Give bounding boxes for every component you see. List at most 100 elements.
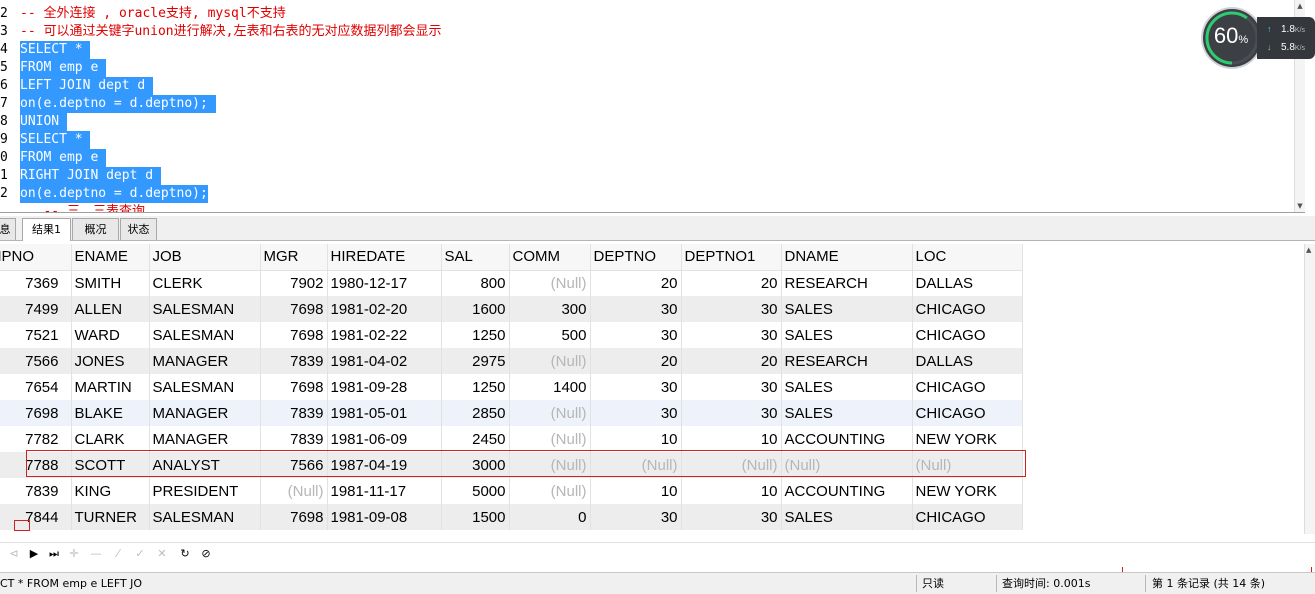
- editor-line[interactable]: 4 SELECT *: [0, 41, 91, 59]
- table-cell[interactable]: 1250: [441, 322, 510, 348]
- table-row[interactable]: 7839 KING PRESIDENT (Null) 1981-11-17 5000 (Nu…: [0, 478, 1023, 504]
- table-cell[interactable]: NEW YORK: [912, 426, 1023, 452]
- table-cell[interactable]: MANAGER: [149, 426, 261, 452]
- table-cell[interactable]: CHICAGO: [912, 296, 1023, 322]
- table-cell[interactable]: (Null): [509, 478, 591, 504]
- table-cell[interactable]: ACCOUNTING: [781, 426, 913, 452]
- table-cell[interactable]: SALES: [781, 504, 913, 530]
- table-cell[interactable]: 800: [441, 270, 510, 296]
- table-cell[interactable]: CLERK: [149, 270, 261, 296]
- editor-line[interactable]: 7 on(e.deptno = d.deptno);: [0, 95, 216, 113]
- editor-line[interactable]: 3 -- 可以通过关键字union进行解决,左表和右表的无对应数据列都会显示: [0, 23, 441, 41]
- table-cell[interactable]: 1400: [509, 374, 591, 400]
- table-cell[interactable]: 20: [590, 348, 682, 374]
- table-cell[interactable]: 1250: [441, 374, 510, 400]
- column-header-sal[interactable]: SAL: [441, 244, 510, 271]
- table-cell[interactable]: 7839: [260, 400, 328, 426]
- table-row[interactable]: 7782 CLARK MANAGER 7839 1981-06-09 2450 (Null)…: [0, 426, 1023, 452]
- table-cell[interactable]: TURNER: [71, 504, 150, 530]
- table-cell[interactable]: SALES: [781, 296, 913, 322]
- table-cell[interactable]: 30: [681, 322, 782, 348]
- table-cell[interactable]: SALESMAN: [149, 296, 261, 322]
- table-cell[interactable]: 30: [590, 296, 682, 322]
- column-header-hiredate[interactable]: HIREDATE: [327, 244, 442, 271]
- editor-line[interactable]: 2 -- 全外连接 , oracle支持, mysql不支持: [0, 5, 286, 23]
- table-cell[interactable]: 7499: [0, 296, 72, 322]
- table-cell[interactable]: MANAGER: [149, 348, 261, 374]
- table-cell[interactable]: PRESIDENT: [149, 478, 261, 504]
- table-cell[interactable]: 7698: [0, 400, 72, 426]
- table-cell[interactable]: 30: [590, 322, 682, 348]
- table-cell[interactable]: CHICAGO: [912, 322, 1023, 348]
- column-header-comm[interactable]: COMM: [509, 244, 591, 271]
- table-cell[interactable]: 1981-02-20: [327, 296, 442, 322]
- table-cell[interactable]: 1500: [441, 504, 510, 530]
- table-cell[interactable]: SALES: [781, 374, 913, 400]
- table-cell[interactable]: DALLAS: [912, 270, 1023, 296]
- editor-line[interactable]: 1 RIGHT JOIN dept d: [0, 167, 161, 185]
- table-cell[interactable]: 30: [681, 374, 782, 400]
- table-cell[interactable]: 7698: [260, 296, 328, 322]
- table-cell[interactable]: JONES: [71, 348, 150, 374]
- table-cell[interactable]: 1980-12-17: [327, 270, 442, 296]
- table-cell[interactable]: 20: [681, 270, 782, 296]
- table-cell[interactable]: (Null): [509, 400, 591, 426]
- table-cell[interactable]: 7698: [260, 504, 328, 530]
- column-header-mgr[interactable]: MGR: [260, 244, 328, 271]
- table-cell[interactable]: CHICAGO: [912, 400, 1023, 426]
- table-cell[interactable]: 1981-04-02: [327, 348, 442, 374]
- table-cell[interactable]: WARD: [71, 322, 150, 348]
- table-cell[interactable]: 7844: [0, 504, 72, 530]
- sql-editor[interactable]: 2 -- 全外连接 , oracle支持, mysql不支持 3 -- 可以通过关键字…: [0, 0, 1305, 213]
- table-cell[interactable]: 7369: [0, 270, 72, 296]
- add-record-icon[interactable]: ✛: [66, 546, 82, 562]
- table-cell[interactable]: 7654: [0, 374, 72, 400]
- table-cell[interactable]: 7839: [0, 478, 72, 504]
- table-cell[interactable]: 5000: [441, 478, 510, 504]
- table-cell[interactable]: 20: [590, 270, 682, 296]
- table-cell[interactable]: 30: [681, 504, 782, 530]
- table-cell[interactable]: ALLEN: [71, 296, 150, 322]
- column-header-job[interactable]: JOB: [149, 244, 261, 271]
- table-cell[interactable]: ACCOUNTING: [781, 478, 913, 504]
- table-cell[interactable]: 7698: [260, 374, 328, 400]
- editor-line[interactable]: 8 UNION: [0, 113, 67, 131]
- table-cell[interactable]: 500: [509, 322, 591, 348]
- table-cell[interactable]: 30: [681, 400, 782, 426]
- table-cell[interactable]: 7566: [0, 348, 72, 374]
- editor-line[interactable]: 9 SELECT *: [0, 131, 91, 149]
- table-cell[interactable]: 1981-06-09: [327, 426, 442, 452]
- table-cell[interactable]: BLAKE: [71, 400, 150, 426]
- table-cell[interactable]: 1981-09-28: [327, 374, 442, 400]
- tab-profile[interactable]: 概况: [72, 218, 119, 240]
- editor-line[interactable]: 6 LEFT JOIN dept d: [0, 77, 154, 95]
- tab-message[interactable]: 息: [0, 218, 16, 240]
- table-cell[interactable]: 30: [590, 374, 682, 400]
- table-cell[interactable]: 30: [590, 504, 682, 530]
- table-row[interactable]: 7521 WARD SALESMAN 7698 1981-02-22 1250 500 30 3…: [0, 322, 1023, 348]
- grid-scrollbar[interactable]: ▲: [1304, 244, 1315, 534]
- editor-line[interactable]: 2 on(e.deptno = d.deptno);: [0, 185, 208, 203]
- table-cell[interactable]: (Null): [509, 270, 591, 296]
- table-cell[interactable]: MANAGER: [149, 400, 261, 426]
- table-cell[interactable]: 7902: [260, 270, 328, 296]
- table-cell[interactable]: SALESMAN: [149, 374, 261, 400]
- table-cell[interactable]: 7839: [260, 426, 328, 452]
- table-cell[interactable]: 1981-09-08: [327, 504, 442, 530]
- table-row[interactable]: 7369 SMITH CLERK 7902 1980-12-17 800 (Null) 20 2…: [0, 270, 1023, 296]
- table-cell[interactable]: (Null): [509, 348, 591, 374]
- column-header-mpno[interactable]: MPNO: [0, 244, 72, 271]
- column-header-deptno[interactable]: DEPTNO: [590, 244, 682, 271]
- table-cell[interactable]: 2850: [441, 400, 510, 426]
- first-record-icon[interactable]: ⊲: [6, 546, 22, 562]
- table-cell[interactable]: MARTIN: [71, 374, 150, 400]
- grid-scroll-up-icon[interactable]: ▲: [1306, 246, 1311, 254]
- table-cell[interactable]: CHICAGO: [912, 504, 1023, 530]
- table-cell[interactable]: CHICAGO: [912, 374, 1023, 400]
- column-header-deptno1[interactable]: DEPTNO1: [681, 244, 782, 271]
- table-cell[interactable]: 2450: [441, 426, 510, 452]
- discard-changes-icon[interactable]: ✕: [154, 546, 170, 562]
- table-cell[interactable]: 1981-05-01: [327, 400, 442, 426]
- result-grid[interactable]: MPNOENAMEJOBMGRHIREDATESALCOMMDEPTNODEPT…: [0, 244, 1305, 534]
- apply-changes-icon[interactable]: ✓: [132, 546, 148, 562]
